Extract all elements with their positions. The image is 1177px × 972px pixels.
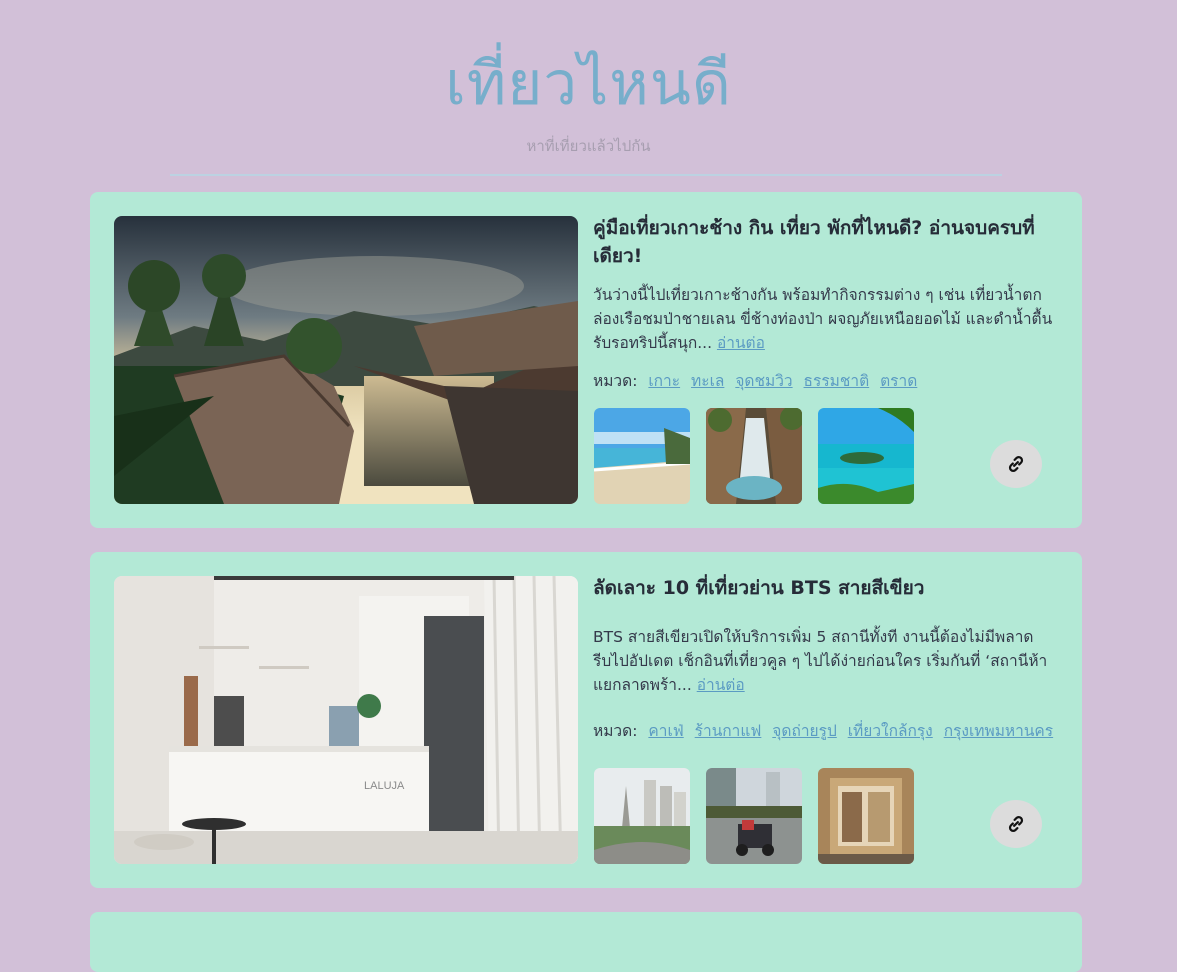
read-more-link[interactable]: อ่านต่อ bbox=[717, 334, 765, 352]
post-card: คู่มือเที่ยวเกาะช้าง กิน เที่ยว พักที่ไห… bbox=[90, 192, 1082, 528]
post-title[interactable]: ลัดเลาะ 10 ที่เที่ยวย่าน BTS สายสีเขียว bbox=[593, 574, 1053, 602]
thumbnail-waterfall[interactable] bbox=[706, 408, 802, 504]
thumbnail-city-monument[interactable] bbox=[594, 768, 690, 864]
post-hero-image[interactable]: LALUJA bbox=[114, 576, 578, 864]
link-icon bbox=[1005, 813, 1027, 835]
site-title: เที่ยวไหนดี bbox=[445, 49, 732, 119]
category-label: หมวด: bbox=[593, 722, 638, 740]
category-tag[interactable]: จุดถ่ายรูป bbox=[772, 722, 836, 740]
share-link-button[interactable] bbox=[990, 800, 1042, 848]
category-tag[interactable]: จุดชมวิว bbox=[735, 372, 792, 390]
link-icon bbox=[1005, 453, 1027, 475]
category-tag[interactable]: คาเฟ่ bbox=[648, 722, 683, 740]
post-description: วันว่างนี้ไปเที่ยวเกาะช้างกัน พร้อมทำกิจ… bbox=[593, 283, 1055, 355]
header-divider bbox=[170, 174, 1002, 176]
category-row: หมวด: เกาะ ทะเล จุดชมวิว ธรรมชาติ ตราด bbox=[593, 369, 917, 393]
category-tag[interactable]: ทะเล bbox=[691, 372, 724, 390]
share-link-button[interactable] bbox=[990, 440, 1042, 488]
post-title[interactable]: คู่มือเที่ยวเกาะช้าง กิน เที่ยว พักที่ไห… bbox=[593, 214, 1053, 270]
site-subtitle: หาที่เที่ยวแล้วไปกัน bbox=[526, 137, 651, 155]
category-tag[interactable]: กรุงเทพมหานคร bbox=[944, 722, 1053, 740]
read-more-link[interactable]: อ่านต่อ bbox=[697, 676, 745, 694]
post-card: LALUJA ลัดเลาะ 10 ที่เที่ยวย่าน BTS สายส… bbox=[90, 552, 1082, 888]
category-tag[interactable]: ร้านกาแฟ bbox=[695, 722, 762, 740]
thumbnail-island-sea[interactable] bbox=[818, 408, 914, 504]
category-tag[interactable]: ตราด bbox=[880, 372, 917, 390]
post-card bbox=[90, 912, 1082, 972]
category-label: หมวด: bbox=[593, 372, 638, 390]
post-description-text: วันว่างนี้ไปเที่ยวเกาะช้างกัน พร้อมทำกิจ… bbox=[593, 286, 1053, 352]
category-tag[interactable]: เที่ยวใกล้กรุง bbox=[848, 722, 933, 740]
thumbnail-beach[interactable] bbox=[594, 408, 690, 504]
category-tag[interactable]: ธรรมชาติ bbox=[804, 372, 870, 390]
post-description: BTS สายสีเขียวเปิดให้บริการเพิ่ม 5 สถานี… bbox=[593, 625, 1055, 697]
category-row: หมวด: คาเฟ่ ร้านกาแฟ จุดถ่ายรูป เที่ยวใก… bbox=[593, 719, 1053, 743]
post-description-text: BTS สายสีเขียวเปิดให้บริการเพิ่ม 5 สถานี… bbox=[593, 628, 1048, 694]
thumbnail-go-kart[interactable] bbox=[706, 768, 802, 864]
svg-text:LALUJA: LALUJA bbox=[364, 780, 405, 792]
category-tag[interactable]: เกาะ bbox=[648, 372, 680, 390]
thumbnail-shop-front[interactable] bbox=[818, 768, 914, 864]
post-hero-image[interactable] bbox=[114, 216, 578, 504]
